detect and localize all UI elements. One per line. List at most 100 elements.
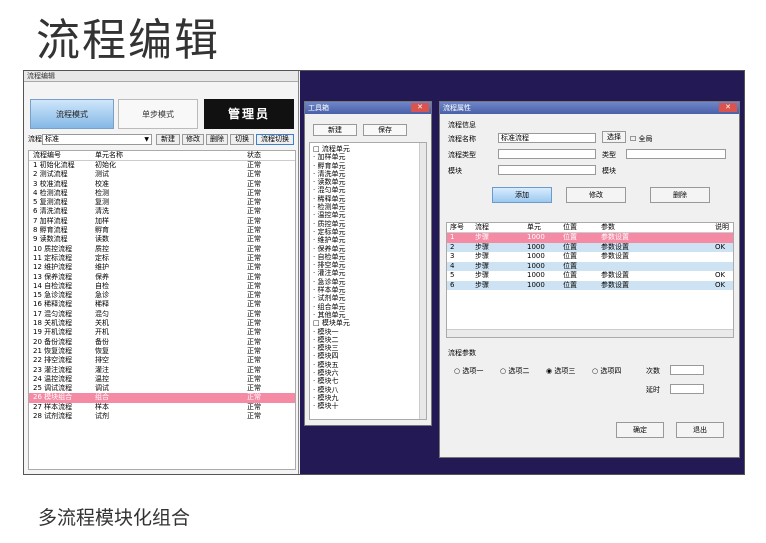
list-item[interactable]: 11 定标流程 定标 正常 xyxy=(29,254,295,263)
add-button[interactable]: 添加 xyxy=(492,187,552,203)
list-item[interactable]: 17 混匀流程 混匀 正常 xyxy=(29,310,295,319)
module-select[interactable] xyxy=(498,165,596,175)
list-cell: 检测 xyxy=(95,188,109,197)
tree-item[interactable]: · 自检单元 xyxy=(310,253,426,261)
close-icon[interactable]: ✕ xyxy=(411,103,429,112)
delete-button[interactable]: 删除 xyxy=(206,134,228,145)
tree-scrollbar[interactable] xyxy=(419,143,426,419)
list-item[interactable]: 9 读数流程 读数 正常 xyxy=(29,235,295,244)
new-button[interactable]: 新建 xyxy=(156,134,180,145)
tree-item[interactable]: · 清洗单元 xyxy=(310,170,426,178)
list-cell: 正常 xyxy=(247,253,261,262)
tab-single-step-mode[interactable]: 单步模式 xyxy=(118,99,198,129)
module-label: 模块 xyxy=(448,167,462,175)
list-body: 1 初始化流程 初始化 正常 2 测试流程 测试 正常 3 校准流程 校准 正常 4 检测流程 检测… xyxy=(29,161,295,421)
list-item[interactable]: 20 备份流程 备份 正常 xyxy=(29,338,295,347)
count-field[interactable] xyxy=(670,365,704,375)
tree-item[interactable]: □ 模块单元 xyxy=(310,319,426,327)
tree-item[interactable]: · 其他单元 xyxy=(310,311,426,319)
tree-item[interactable]: · 维护单元 xyxy=(310,236,426,244)
grid-row[interactable]: 1 步骤 1000 位置 参数设置 xyxy=(447,233,733,243)
list-item[interactable]: 24 温控流程 温控 正常 xyxy=(29,375,295,384)
close-icon[interactable]: ✕ xyxy=(719,103,737,112)
list-item[interactable]: 13 保养流程 保养 正常 xyxy=(29,273,295,282)
toolbox-save-button[interactable]: 保存 xyxy=(363,124,407,136)
list-cell: 14 自检流程 xyxy=(33,281,73,290)
grid-row[interactable]: 6 步骤 1000 位置 参数设置 OK xyxy=(447,280,733,290)
list-cell: 孵育 xyxy=(95,226,109,235)
tab-flow-mode[interactable]: 流程模式 xyxy=(30,99,114,129)
list-item[interactable]: 2 测试流程 测试 正常 xyxy=(29,170,295,179)
global-checkbox[interactable]: ☐ 全局 xyxy=(630,134,653,144)
modify-button[interactable]: 修改 xyxy=(566,187,626,203)
toolbox-new-button[interactable]: 新建 xyxy=(313,124,357,136)
tree-item[interactable]: · 保养单元 xyxy=(310,245,426,253)
grid-row[interactable]: 3 步骤 1000 位置 参数设置 xyxy=(447,252,733,262)
list-item[interactable]: 8 孵育流程 孵育 正常 xyxy=(29,226,295,235)
tree-item[interactable]: · 模块四 xyxy=(310,352,426,360)
tree-item[interactable]: · 模块一 xyxy=(310,328,426,336)
ok-button[interactable]: 确定 xyxy=(616,422,664,438)
tree-item[interactable]: · 急诊单元 xyxy=(310,278,426,286)
list-item[interactable]: 28 试剂流程 试剂 正常 xyxy=(29,412,295,421)
exit-button[interactable]: 退出 xyxy=(676,422,724,438)
grid-row[interactable]: 5 步骤 1000 位置 参数设置 OK xyxy=(447,271,733,281)
tree-item[interactable]: · 模块十 xyxy=(310,402,426,410)
radio-label: 选项三 xyxy=(554,367,576,375)
list-item[interactable]: 16 稀释流程 稀释 正常 xyxy=(29,300,295,309)
tree-item[interactable]: · 模块二 xyxy=(310,336,426,344)
list-item[interactable]: 18 关机流程 关机 正常 xyxy=(29,319,295,328)
list-item[interactable]: 10 质控流程 质控 正常 xyxy=(29,245,295,254)
flow-switch-button[interactable]: 流程切换 xyxy=(256,134,294,145)
grid-horizontal-scrollbar[interactable] xyxy=(447,329,733,337)
flow-name-select[interactable]: 标准流程 xyxy=(498,133,596,143)
list-item[interactable]: 14 自检流程 自检 正常 xyxy=(29,282,295,291)
list-cell: 恢复 xyxy=(95,346,109,355)
list-item[interactable]: 3 校准流程 校准 正常 xyxy=(29,180,295,189)
tree-item[interactable]: · 孵育单元 xyxy=(310,162,426,170)
tree-item[interactable]: · 模块五 xyxy=(310,361,426,369)
list-item[interactable]: 22 排空流程 排空 正常 xyxy=(29,356,295,365)
radio-option-2[interactable]: ○ 选项二 xyxy=(500,366,529,376)
list-item[interactable]: 27 样本流程 样本 正常 xyxy=(29,403,295,412)
tree-item[interactable]: · 质控单元 xyxy=(310,220,426,228)
list-item[interactable]: 12 维护流程 维护 正常 xyxy=(29,263,295,272)
tree-item[interactable]: · 组合单元 xyxy=(310,303,426,311)
delay-field[interactable] xyxy=(670,384,704,394)
caption-text: 多流程模块化组合 xyxy=(38,507,191,529)
list-item[interactable]: 1 初始化流程 初始化 正常 xyxy=(29,161,295,170)
flow-type-select[interactable] xyxy=(498,149,596,159)
tree-item[interactable]: · 模块七 xyxy=(310,377,426,385)
list-item[interactable]: 4 检测流程 检测 正常 xyxy=(29,189,295,198)
list-cell: 11 定标流程 xyxy=(33,253,73,262)
tab-admin[interactable]: 管理员 xyxy=(204,99,294,129)
tree-item[interactable]: · 灌注单元 xyxy=(310,269,426,277)
tree-item[interactable]: · 温控单元 xyxy=(310,211,426,219)
switch-button[interactable]: 切换 xyxy=(230,134,254,145)
radio-option-1[interactable]: ○ 选项一 xyxy=(454,366,483,376)
list-item[interactable]: 23 灌注流程 灌注 正常 xyxy=(29,366,295,375)
edit-button[interactable]: 修改 xyxy=(182,134,204,145)
flow-select[interactable]: 标准 ▼ xyxy=(42,134,152,145)
list-item[interactable]: 21 恢复流程 恢复 正常 xyxy=(29,347,295,356)
list-cell: 9 读数流程 xyxy=(33,235,68,244)
radio-option-4[interactable]: ○ 选项四 xyxy=(592,366,621,376)
tree-item[interactable]: · 混匀单元 xyxy=(310,186,426,194)
list-item[interactable]: 6 清洗流程 清洗 正常 xyxy=(29,207,295,216)
grid-row[interactable]: 4 步骤 1000 位置 xyxy=(447,261,733,271)
grid-row[interactable]: 2 步骤 1000 位置 参数设置 OK xyxy=(447,242,733,252)
tree-item[interactable]: · 模块八 xyxy=(310,386,426,394)
remove-button[interactable]: 删除 xyxy=(650,187,710,203)
list-item[interactable]: 7 加样流程 加样 正常 xyxy=(29,217,295,226)
radio-option-3[interactable]: ◉ 选项三 xyxy=(546,366,575,376)
toolbar-label: 流程 xyxy=(28,135,42,143)
list-cell: 15 急诊流程 xyxy=(33,291,73,300)
tree-item[interactable]: · 加样单元 xyxy=(310,153,426,161)
tree-item[interactable]: · 稀释单元 xyxy=(310,195,426,203)
list-item[interactable]: 19 开机流程 开机 正常 xyxy=(29,328,295,337)
list-item[interactable]: 26 模块组合 组合 正常 xyxy=(29,393,295,403)
type-extra-field[interactable] xyxy=(626,149,726,159)
tree-item[interactable]: · 模块九 xyxy=(310,394,426,402)
tree-item[interactable]: · 试剂单元 xyxy=(310,294,426,302)
select-button[interactable]: 选择 xyxy=(602,131,626,143)
